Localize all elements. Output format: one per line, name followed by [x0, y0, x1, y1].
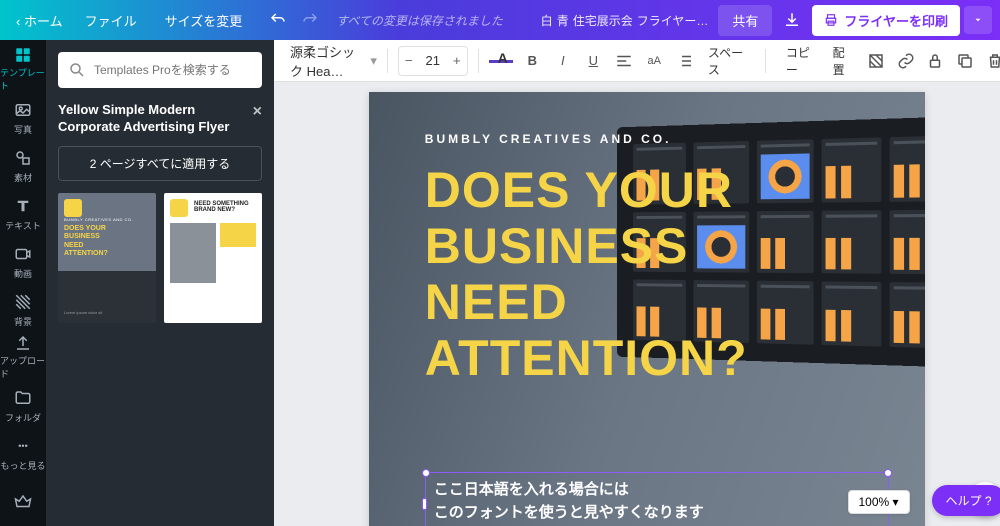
resize-handle[interactable]: [422, 498, 427, 510]
size-minus[interactable]: −: [399, 47, 419, 75]
template-thumb-2[interactable]: NEED SOMETHING BRAND NEW?: [164, 193, 262, 323]
font-select[interactable]: 源柔ゴシック Hea…: [286, 38, 366, 84]
undo-icon[interactable]: [264, 6, 292, 34]
print-button[interactable]: フライヤーを印刷: [812, 5, 960, 36]
headline-text[interactable]: DOES YOUR BUSINESS NEED ATTENTION?: [425, 162, 748, 386]
help-button[interactable]: ヘルプ ?: [932, 485, 1000, 516]
text-toolbar: 源柔ゴシック Hea…▾ −21+ A B I U aA スペース コピー 配置: [274, 40, 1000, 82]
rail-photos[interactable]: 写真: [0, 94, 46, 140]
duplicate-icon[interactable]: [952, 46, 978, 76]
text-color[interactable]: A: [489, 46, 515, 76]
rail-templates[interactable]: テンプレート: [0, 46, 46, 92]
file-menu[interactable]: ファイル: [71, 3, 151, 38]
link-icon[interactable]: [893, 46, 919, 76]
rail-text[interactable]: テキスト: [0, 190, 46, 236]
arrange-button[interactable]: 配置: [827, 40, 860, 82]
rail-folder[interactable]: フォルダ: [0, 382, 46, 428]
search-icon: [68, 61, 86, 79]
transparency-icon[interactable]: [863, 46, 889, 76]
canvas-scroll[interactable]: BUMBLY CREATIVES AND CO. DOES YOUR BUSIN…: [274, 82, 1000, 526]
side-panel: Yellow Simple Modern Corporate Advertisi…: [46, 40, 274, 526]
save-status: すべての変更は保存されました: [336, 12, 503, 29]
case-button[interactable]: aA: [641, 46, 667, 76]
rail-upload[interactable]: アップロード: [0, 334, 46, 380]
resize-menu[interactable]: サイズを変更: [151, 3, 257, 38]
search-input[interactable]: [58, 52, 262, 88]
font-size[interactable]: −21+: [398, 46, 468, 76]
download-icon[interactable]: [778, 6, 806, 34]
resize-handle[interactable]: [422, 469, 430, 477]
size-plus[interactable]: +: [447, 47, 467, 75]
close-icon[interactable]: ×: [253, 102, 262, 123]
canvas-area: 源柔ゴシック Hea…▾ −21+ A B I U aA スペース コピー 配置: [274, 40, 1000, 526]
search-field[interactable]: [94, 63, 252, 77]
spacing-button[interactable]: スペース: [702, 40, 755, 82]
breadcrumb[interactable]: 青: [557, 12, 569, 29]
italic-button[interactable]: I: [550, 46, 576, 76]
lock-icon[interactable]: [923, 46, 949, 76]
underline-button[interactable]: U: [580, 46, 606, 76]
editable-text[interactable]: ここ日本語を入れる場合にはこのフォントを使うと見やすくなります: [434, 479, 880, 524]
template-title: Yellow Simple Modern Corporate Advertisi…: [58, 102, 262, 136]
copy-button[interactable]: コピー: [780, 40, 823, 82]
breadcrumb[interactable]: 白: [541, 12, 553, 29]
share-button[interactable]: 共有: [718, 5, 772, 36]
rail-background[interactable]: 背景: [0, 286, 46, 332]
rail-video[interactable]: 動画: [0, 238, 46, 284]
rail-crown-icon[interactable]: [4, 483, 42, 526]
resize-handle[interactable]: [884, 469, 892, 477]
topbar: ‹ ホーム ファイル サイズを変更 すべての変更は保存されました 白 青 住宅展…: [0, 0, 1000, 40]
redo-icon[interactable]: [296, 6, 324, 34]
side-rail: テンプレート 写真 素材 テキスト 動画 背景 アップロード フォルダ •••も…: [0, 40, 46, 526]
rail-elements[interactable]: 素材: [0, 142, 46, 188]
back-button[interactable]: ‹ ホーム: [8, 7, 71, 34]
template-thumb-1[interactable]: BUMBLY CREATIVES AND CO. DOES YOUR BUSIN…: [58, 193, 156, 323]
breadcrumb[interactable]: フライヤー…: [637, 12, 709, 29]
list-button[interactable]: [671, 46, 697, 76]
brand-text[interactable]: BUMBLY CREATIVES AND CO.: [425, 132, 672, 146]
design-page[interactable]: BUMBLY CREATIVES AND CO. DOES YOUR BUSIN…: [369, 92, 925, 526]
align-button[interactable]: [611, 46, 637, 76]
print-dropdown[interactable]: [964, 6, 992, 34]
bold-button[interactable]: B: [519, 46, 545, 76]
selected-text-box[interactable]: ここ日本語を入れる場合にはこのフォントを使うと見やすくなります ⟲: [425, 472, 889, 526]
rail-more[interactable]: •••もっと見る: [0, 430, 46, 476]
zoom-control[interactable]: 100% ▾: [848, 490, 910, 514]
breadcrumb[interactable]: 住宅展示会: [573, 12, 633, 29]
delete-icon[interactable]: [982, 46, 1000, 76]
apply-all-button[interactable]: 2 ページすべてに適用する: [58, 146, 262, 181]
